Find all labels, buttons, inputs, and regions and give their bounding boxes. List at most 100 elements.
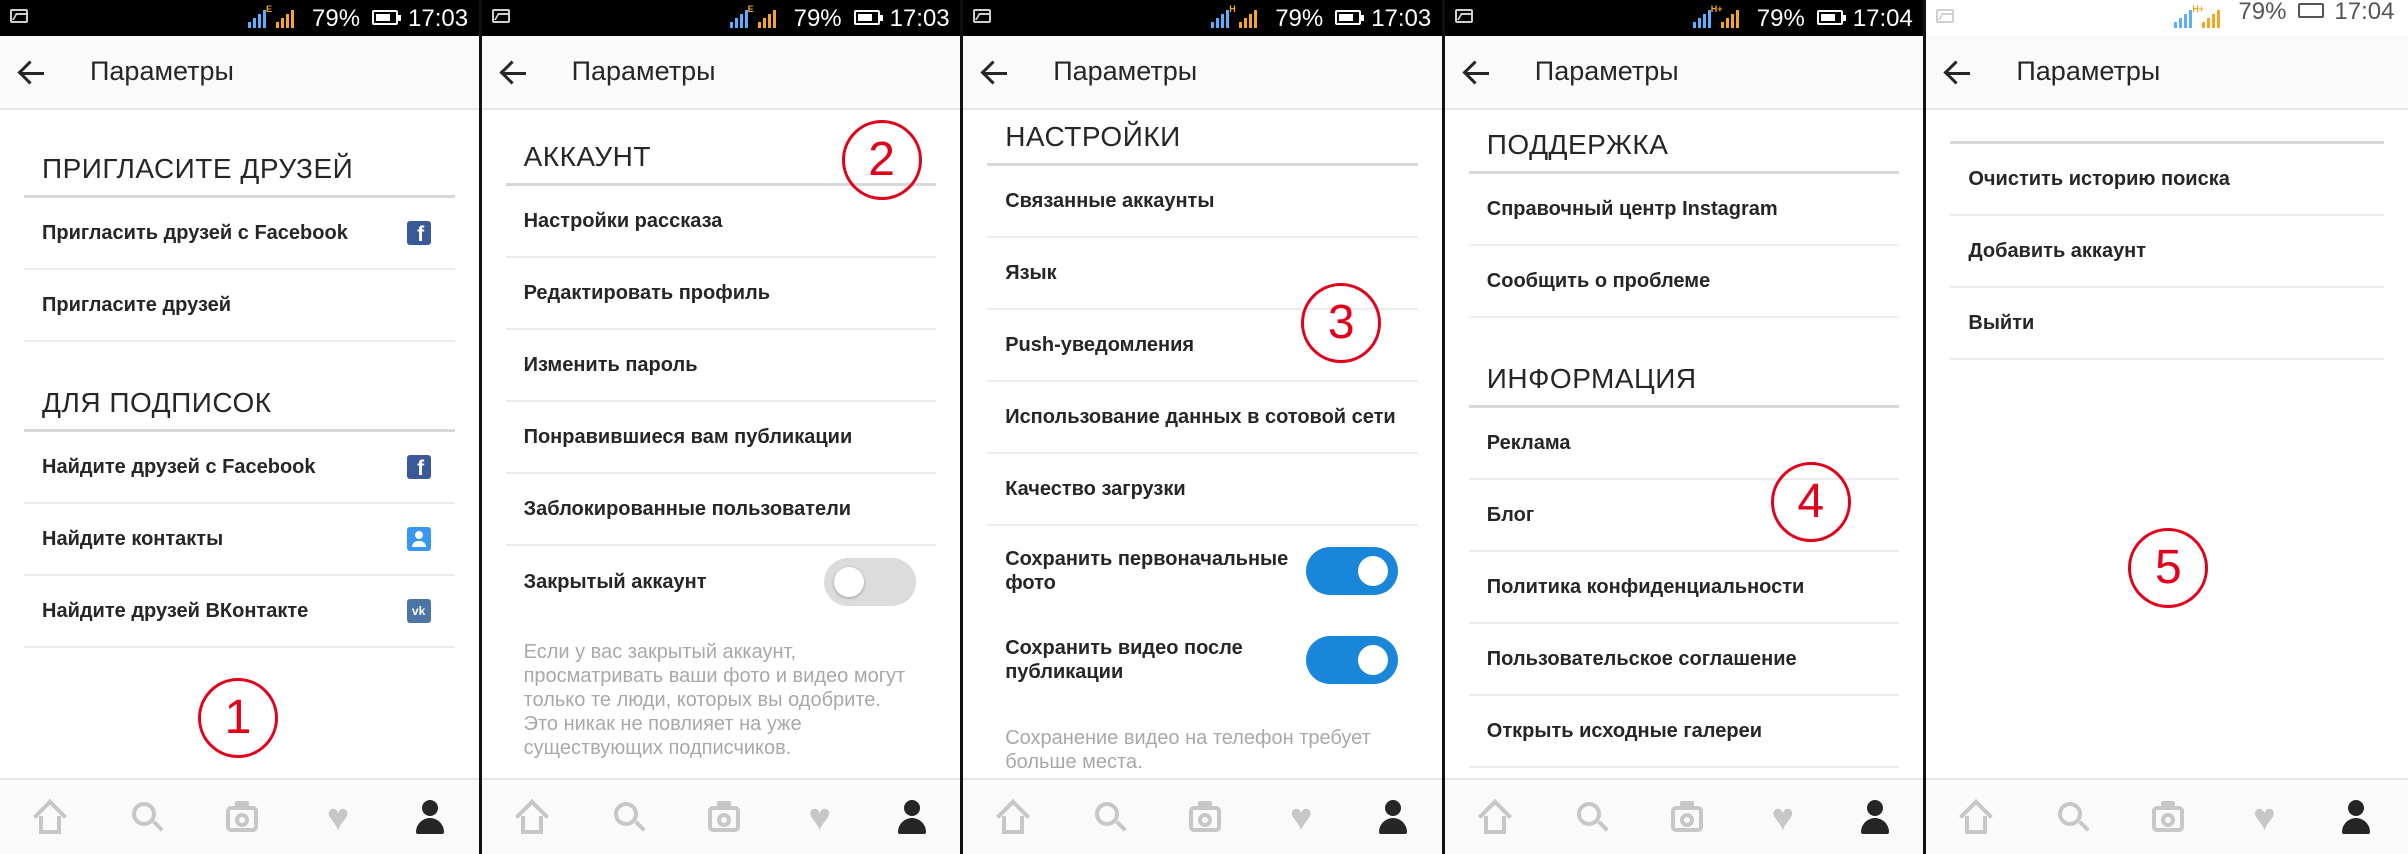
save-original-photos-toggle[interactable] [1305, 547, 1398, 595]
heart-icon[interactable]: ♥ [314, 794, 362, 842]
gallery-icon [1454, 9, 1473, 23]
signal-icon [2174, 8, 2193, 28]
camera-icon[interactable] [700, 794, 748, 842]
back-arrow-icon[interactable] [1944, 60, 1974, 86]
list-item[interactable]: Очистить историю поиска [1950, 144, 2384, 216]
list-item[interactable]: Изменить пароль [505, 330, 937, 402]
home-icon[interactable] [1471, 794, 1519, 842]
list-item[interactable]: Политика конфиденциальности [1468, 552, 1900, 624]
camera-icon[interactable] [1663, 794, 1711, 842]
signal-icon [248, 8, 266, 28]
list-item[interactable]: Редактировать профиль [505, 258, 937, 330]
page-title: Параметры [571, 56, 716, 86]
network-type: E [266, 4, 273, 14]
back-arrow-icon[interactable] [1463, 60, 1493, 86]
list-item[interactable]: Найдите контакты [24, 504, 455, 576]
section-header: ПОДДЕРЖКА [1468, 110, 1900, 174]
settings-list: АККАУНТ Настройки рассказа Редактировать… [482, 110, 961, 778]
screen-3: H 79% 17:03 Параметры НАСТРОЙКИ Связанны… [963, 0, 1445, 854]
home-icon[interactable] [989, 794, 1037, 842]
home-icon[interactable] [508, 794, 556, 842]
help-text: Если у вас закрытый аккаунт, просматрива… [523, 641, 906, 759]
gallery-icon [973, 9, 992, 23]
list-item[interactable]: Закрытый аккаунт [506, 546, 937, 618]
back-arrow-icon[interactable] [500, 60, 530, 86]
profile-icon[interactable] [2332, 794, 2380, 842]
list-item[interactable]: Добавить аккаунт [1950, 216, 2384, 288]
screen-2: E 79% 17:03 Параметры АККАУНТ Настройки … [481, 0, 964, 854]
list-item[interactable]: Сообщить о проблеме [1468, 246, 1900, 318]
list-item[interactable]: Связанные аккаунты [987, 166, 1418, 238]
list-item[interactable]: Использование данных в сотовой сети [987, 382, 1418, 454]
section-header: ИНФОРМАЦИЯ [1468, 318, 1900, 408]
clock: 17:03 [408, 5, 469, 32]
search-icon[interactable] [1567, 794, 1615, 842]
battery-icon [1816, 10, 1846, 25]
heart-icon[interactable]: ♥ [1759, 794, 1807, 842]
facebook-icon: f [406, 221, 431, 246]
list-item[interactable]: Открыть исходные галереи [1468, 696, 1900, 768]
network-type: H [1229, 4, 1236, 14]
signal-icon-2 [1720, 8, 1739, 28]
gallery-icon [491, 9, 510, 23]
list-item[interactable]: Качество загрузки [987, 454, 1418, 526]
list-item[interactable]: Сохранить первоначальные фото [987, 526, 1418, 616]
list-item[interactable]: Пригласить друзей с Facebook f [24, 198, 455, 270]
list-item[interactable]: Сохранить видео после публикации [987, 616, 1418, 704]
clock: 17:03 [1371, 5, 1432, 32]
profile-icon[interactable] [1851, 794, 1899, 842]
battery-percent: 79% [793, 5, 842, 32]
status-bar: H+ 79% 17:04 [1926, 0, 2408, 36]
annotation-marker: 3 [1301, 283, 1382, 363]
camera-icon[interactable] [1181, 794, 1229, 842]
list-item[interactable]: Найдите друзей ВКонтакте vk [24, 576, 455, 648]
heart-icon[interactable]: ♥ [1277, 794, 1325, 842]
battery-icon [1335, 10, 1365, 25]
search-icon[interactable] [122, 794, 170, 842]
heart-icon[interactable]: ♥ [796, 794, 844, 842]
page-title: Параметры [2016, 56, 2161, 86]
status-bar: E 79% 17:03 [481, 0, 961, 36]
app-bar: Параметры [481, 36, 961, 110]
camera-icon[interactable] [218, 794, 266, 842]
list-item[interactable]: Найдите друзей с Facebook f [24, 432, 455, 504]
status-bar: H+ 79% 17:04 [1444, 0, 1924, 36]
facebook-icon: f [406, 455, 431, 480]
list-item[interactable]: Заблокированные пользователи [505, 474, 937, 546]
search-icon[interactable] [604, 794, 652, 842]
status-bar: E 79% 17:03 [0, 0, 479, 36]
app-bar: Параметры [1444, 36, 1924, 110]
save-videos-toggle[interactable] [1305, 636, 1398, 684]
back-arrow-icon[interactable] [18, 60, 48, 86]
list-item[interactable]: Пользовательское соглашение [1468, 624, 1900, 696]
app-bar: Параметры [0, 36, 479, 110]
camera-icon[interactable] [2144, 794, 2192, 842]
list-item[interactable]: Понравившиеся вам публикации [505, 402, 937, 474]
clock: 17:04 [1852, 5, 1913, 32]
heart-icon[interactable]: ♥ [2240, 794, 2288, 842]
clock: 17:03 [889, 5, 950, 32]
private-account-toggle[interactable] [824, 558, 917, 606]
section-divider [1950, 110, 2384, 144]
signal-icon-2 [757, 8, 776, 28]
list-item[interactable]: Выйти [1950, 288, 2384, 360]
search-icon[interactable] [1085, 794, 1133, 842]
list-item[interactable]: Пригласите друзей [24, 270, 455, 342]
profile-icon[interactable] [406, 794, 454, 842]
battery-icon [2298, 3, 2328, 18]
settings-list: ПОДДЕРЖКА Справочный центр Instagram Соо… [1445, 110, 1924, 778]
app-bar: Параметры [1926, 36, 2408, 110]
home-icon[interactable] [26, 794, 74, 842]
profile-icon[interactable] [1369, 794, 1417, 842]
search-icon[interactable] [2048, 794, 2096, 842]
signal-icon [1211, 8, 1230, 28]
home-icon[interactable] [1952, 794, 2000, 842]
list-item[interactable]: Справочный центр Instagram [1468, 174, 1900, 246]
bottom-nav: ♥ [1926, 778, 2408, 854]
bottom-nav: ♥ [1444, 778, 1924, 854]
vk-icon: vk [406, 599, 431, 623]
back-arrow-icon[interactable] [981, 60, 1011, 86]
battery-icon [853, 10, 883, 25]
profile-icon[interactable] [888, 794, 936, 842]
annotation-marker: 4 [1770, 462, 1851, 542]
